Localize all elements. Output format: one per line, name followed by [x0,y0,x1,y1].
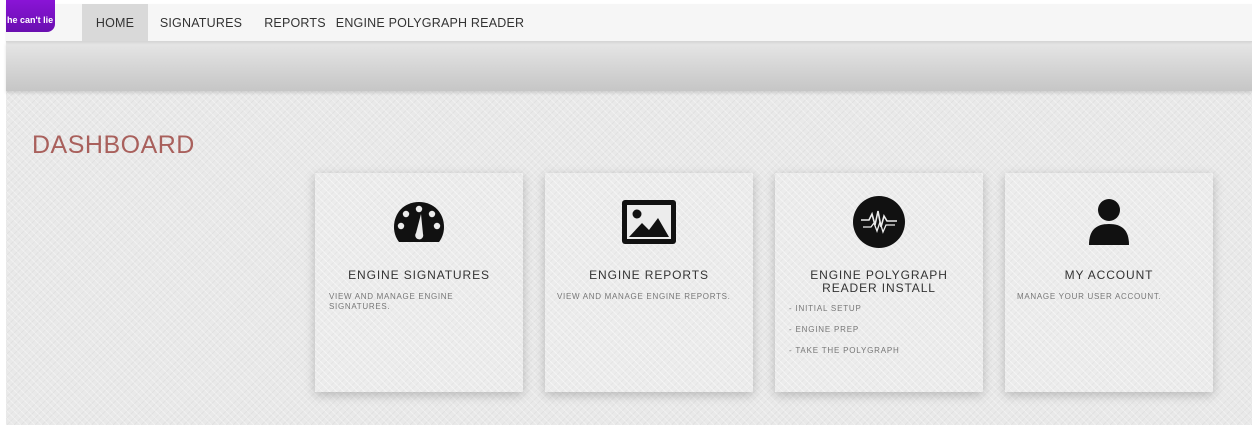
list-item[interactable]: - ENGINE PREP [789,325,900,346]
waveform-icon [849,196,909,248]
nav-item-engine-polygraph-reader[interactable]: ENGINE POLYGRAPH READER [336,4,524,41]
card-title-line2: READER INSTALL [822,281,936,295]
card-title: MY ACCOUNT [1064,268,1154,282]
card-description: VIEW AND MANAGE ENGINE SIGNATURES. [329,292,454,311]
nav-item-home[interactable]: HOME [82,4,148,41]
engine-reports-card[interactable]: ENGINE REPORTS VIEW AND MANAGE ENGINE RE… [545,173,753,392]
list-item[interactable]: - INITIAL SETUP [789,304,900,325]
card-description: MANAGE YOUR USER ACCOUNT. [1017,292,1162,301]
header-banner [6,42,1252,91]
speedometer-icon [389,197,449,247]
logo-text: he can't lie [7,15,54,25]
polygraph-reader-install-card[interactable]: ENGINE POLYGRAPH READER INSTALL - INITIA… [775,173,983,392]
page: he can't lie HOME SIGNATURES REPORTS ENG… [6,0,1252,425]
page-title: DASHBOARD [32,131,195,159]
engine-signatures-card[interactable]: ENGINE SIGNATURES VIEW AND MANAGE ENGINE… [315,173,523,392]
top-navbar: he can't lie HOME SIGNATURES REPORTS ENG… [6,0,1252,42]
image-icon [619,197,679,247]
card-title: ENGINE POLYGRAPH READER INSTALL [783,269,975,295]
card-title: ENGINE REPORTS [589,268,709,282]
card-description: VIEW AND MANAGE ENGINE REPORTS. [557,292,731,301]
brand-logo[interactable]: he can't lie [6,0,55,32]
user-icon [1079,197,1139,247]
nav-item-signatures[interactable]: SIGNATURES [156,4,246,41]
nav-item-reports[interactable]: REPORTS [258,4,332,41]
list-item[interactable]: - TAKE THE POLYGRAPH [789,346,900,367]
card-title: ENGINE SIGNATURES [348,268,490,282]
my-account-card[interactable]: MY ACCOUNT MANAGE YOUR USER ACCOUNT. [1005,173,1213,392]
install-steps-list: - INITIAL SETUP - ENGINE PREP - TAKE THE… [789,304,900,367]
